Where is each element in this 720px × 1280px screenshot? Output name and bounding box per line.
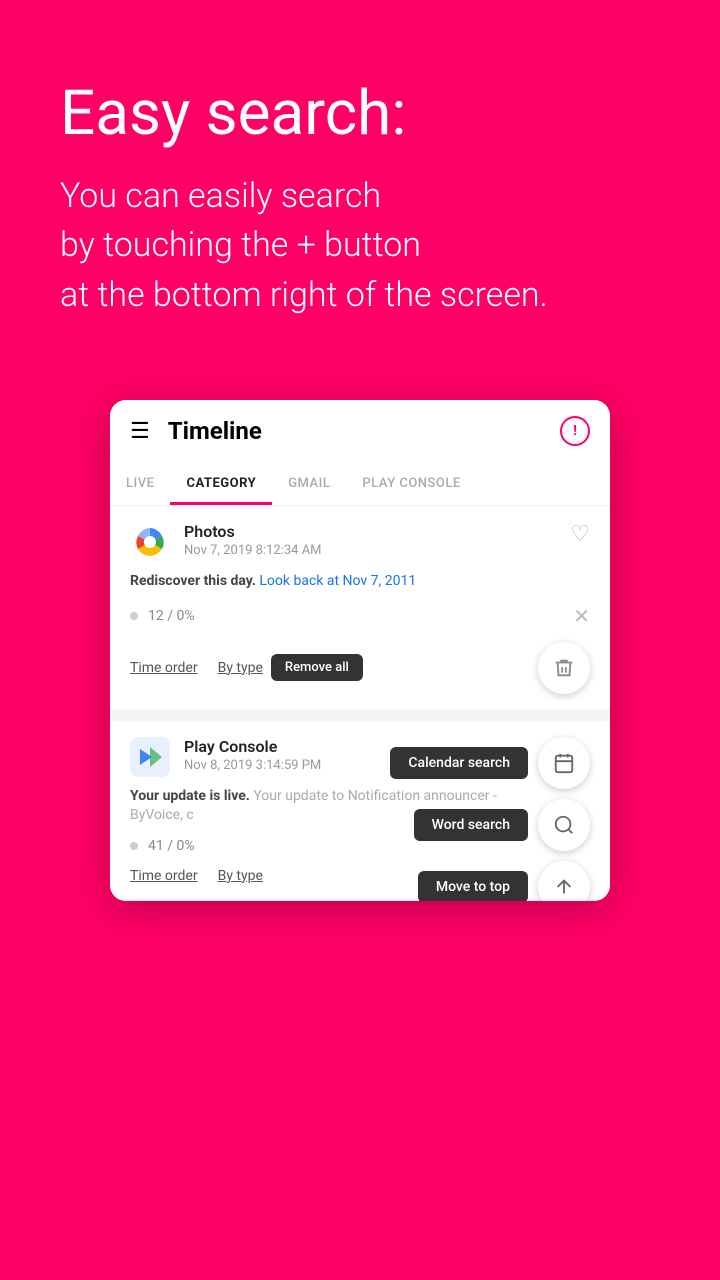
app-title: Timeline (168, 417, 560, 445)
photos-app-info: Photos Nov 7, 2019 8:12:34 AM (184, 522, 322, 558)
photos-card-header: Photos Nov 7, 2019 8:12:34 AM ♡ (130, 522, 590, 562)
fab-overlay: Calendar search Word search (390, 737, 590, 901)
calendar-search-tooltip: Calendar search (390, 747, 528, 779)
photos-body-text: Rediscover this day. (130, 573, 256, 589)
play-console-content: Calendar search Word search (130, 737, 590, 884)
play-console-stats-text: 41 / 0% (148, 838, 195, 854)
photos-stats-text: 12 / 0% (148, 608, 195, 624)
trash-fab-button[interactable] (538, 642, 590, 694)
remove-all-tooltip[interactable]: Remove all (271, 654, 363, 681)
hero-title: Easy search: (60, 80, 660, 148)
tab-category[interactable]: CATEGORY (170, 462, 272, 505)
by-type-link[interactable]: By type (218, 660, 263, 676)
heart-icon[interactable]: ♡ (570, 522, 590, 547)
photos-card-stats: 12 / 0% ✕ (130, 604, 590, 628)
app-bar: ☰ Timeline ! (110, 400, 610, 462)
tab-live[interactable]: LIVE (110, 462, 170, 505)
play-console-body-text: Your update is live. (130, 788, 250, 804)
stats-dot-2 (130, 842, 138, 850)
phone-frame: ☰ Timeline ! LIVE CATEGORY GMAIL PLAY CO… (110, 400, 610, 901)
photos-timestamp: Nov 7, 2019 8:12:34 AM (184, 543, 322, 558)
play-console-app-icon (130, 737, 170, 777)
time-order-link[interactable]: Time order (130, 660, 198, 676)
stats-dot (130, 612, 138, 620)
hero-section: Easy search: You can easily searchby tou… (0, 0, 720, 380)
calendar-search-row: Calendar search (390, 737, 590, 789)
by-type-area: By type Remove all (218, 654, 363, 681)
move-to-top-row: Move to top (418, 861, 590, 901)
tab-play-console[interactable]: PLAY CONSOLE (346, 462, 476, 505)
close-icon[interactable]: ✕ (573, 604, 590, 628)
word-search-fab-button[interactable] (538, 799, 590, 851)
card-divider (110, 711, 610, 721)
tab-gmail[interactable]: GMAIL (272, 462, 346, 505)
photos-card-body: Rediscover this day. Look back at Nov 7,… (130, 572, 590, 592)
info-icon[interactable]: ! (560, 416, 590, 446)
photos-card-footer: Time order By type Remove all (130, 642, 590, 694)
word-search-row: Word search (414, 799, 590, 851)
photos-app-name: Photos (184, 522, 322, 541)
play-console-app-info: Play Console Nov 8, 2019 3:14:59 PM (184, 737, 321, 773)
move-to-top-fab-button[interactable] (538, 861, 590, 901)
hamburger-icon[interactable]: ☰ (130, 419, 150, 444)
hero-description: You can easily searchby touching the + b… (60, 172, 660, 320)
time-order-link-2[interactable]: Time order (130, 868, 198, 884)
photos-card: Photos Nov 7, 2019 8:12:34 AM ♡ Rediscov… (110, 506, 610, 711)
play-console-app-name: Play Console (184, 737, 321, 756)
play-console-card: Calendar search Word search (110, 721, 610, 901)
photos-body-link[interactable]: Look back at Nov 7, 2011 (259, 573, 416, 589)
word-search-tooltip: Word search (414, 809, 528, 841)
play-console-timestamp: Nov 8, 2019 3:14:59 PM (184, 758, 321, 773)
calendar-fab-button[interactable] (538, 737, 590, 789)
tabs-bar: LIVE CATEGORY GMAIL PLAY CONSOLE (110, 462, 610, 506)
photos-app-icon (130, 522, 170, 562)
move-to-top-tooltip: Move to top (418, 871, 528, 901)
by-type-link-2[interactable]: By type (218, 868, 263, 884)
